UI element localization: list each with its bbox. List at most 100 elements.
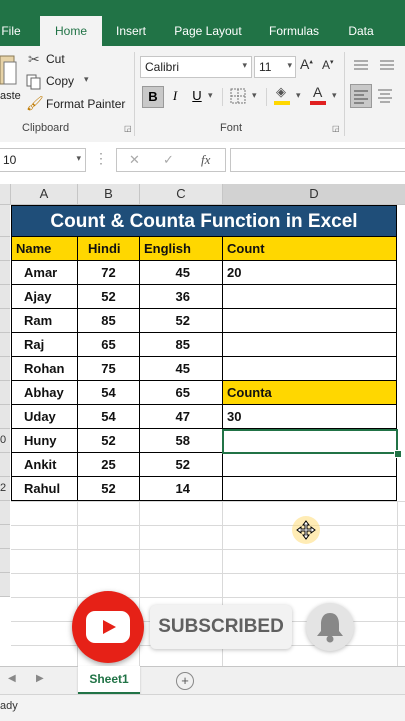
row-header[interactable] (0, 453, 10, 477)
table-cell[interactable]: 58 (140, 429, 223, 453)
clipboard-launcher-icon[interactable]: ◲ (124, 124, 132, 133)
column-header-c[interactable]: C (140, 184, 223, 205)
active-cell-selection[interactable] (222, 429, 398, 454)
tab-formulas[interactable]: Formulas (262, 16, 326, 46)
font-launcher-icon[interactable]: ◲ (332, 124, 340, 133)
format-painter-button[interactable]: 🖌 Format Painter (26, 94, 130, 114)
table-cell[interactable]: 45 (140, 261, 223, 285)
row-header[interactable] (0, 549, 10, 573)
insert-function-icon[interactable]: fx (201, 152, 210, 168)
row-header[interactable] (0, 205, 10, 237)
underline-button[interactable]: U (188, 86, 206, 106)
formula-input[interactable] (230, 148, 405, 172)
table-cell[interactable]: Ram (11, 309, 78, 333)
tab-insert[interactable]: Insert (108, 16, 154, 46)
row-header[interactable] (0, 237, 10, 261)
paste-button[interactable]: aste (0, 52, 21, 102)
table-cell[interactable] (223, 477, 397, 501)
table-cell[interactable]: Raj (11, 333, 78, 357)
table-cell[interactable]: 36 (140, 285, 223, 309)
table-cell[interactable]: 54 (78, 405, 140, 429)
table-cell[interactable]: 75 (78, 357, 140, 381)
align-left-button[interactable] (350, 84, 372, 108)
bold-button[interactable]: B (142, 86, 164, 108)
table-cell[interactable] (223, 357, 397, 381)
table-cell[interactable]: 14 (140, 477, 223, 501)
table-cell[interactable]: 85 (78, 309, 140, 333)
table-cell[interactable]: 20 (223, 261, 397, 285)
table-cell[interactable] (223, 309, 397, 333)
chevron-down-icon[interactable]: ▾ (208, 90, 213, 101)
chevron-down-icon[interactable]: ▾ (332, 90, 337, 101)
name-box[interactable]: 10 ▾ (0, 148, 86, 172)
cancel-icon[interactable]: ✕ (129, 152, 140, 168)
table-cell[interactable]: 52 (140, 453, 223, 477)
header-hindi[interactable]: Hindi (78, 237, 140, 261)
row-header[interactable] (0, 405, 10, 429)
tab-file[interactable]: File (0, 16, 22, 46)
row-header[interactable] (0, 261, 10, 285)
header-english[interactable]: English (140, 237, 223, 261)
table-cell[interactable]: 52 (78, 429, 140, 453)
row-header[interactable] (0, 525, 10, 549)
table-title[interactable]: Count & Counta Function in Excel (11, 205, 397, 237)
row-header[interactable] (0, 501, 10, 525)
table-cell[interactable]: Ankit (11, 453, 78, 477)
fill-color-button[interactable]: ◈ (274, 84, 292, 106)
table-cell[interactable]: Abhay (11, 381, 78, 405)
table-cell[interactable]: Rahul (11, 477, 78, 501)
tab-home[interactable]: Home (40, 16, 102, 46)
tab-page-layout[interactable]: Page Layout (166, 16, 250, 46)
copy-button[interactable]: Copy ▾ (26, 72, 96, 92)
table-cell[interactable]: 52 (78, 285, 140, 309)
table-cell[interactable]: Rohan (11, 357, 78, 381)
shrink-font-button[interactable]: A▾ (322, 58, 340, 78)
row-header[interactable] (0, 573, 10, 597)
table-cell[interactable]: Counta (223, 381, 397, 405)
table-cell[interactable]: Amar (11, 261, 78, 285)
row-header[interactable] (0, 357, 10, 381)
table-cell[interactable] (223, 333, 397, 357)
table-cell[interactable]: Huny (11, 429, 78, 453)
fill-handle[interactable] (394, 450, 402, 458)
sheet-tab-sheet1[interactable]: Sheet1 (78, 666, 140, 695)
row-header[interactable]: 0 (0, 429, 10, 453)
chevron-down-icon[interactable]: ▾ (296, 90, 301, 101)
table-cell[interactable]: 52 (140, 309, 223, 333)
cut-button[interactable]: ✂ Cut (26, 50, 86, 70)
row-header[interactable] (0, 285, 10, 309)
table-cell[interactable]: 52 (78, 477, 140, 501)
table-cell[interactable] (223, 453, 397, 477)
table-cell[interactable]: 25 (78, 453, 140, 477)
scroll-right-icon[interactable]: ▶ (36, 673, 44, 684)
table-cell[interactable]: 65 (140, 381, 223, 405)
font-size-select[interactable]: 11 ▾ (254, 56, 296, 78)
row-header[interactable] (0, 309, 10, 333)
table-cell[interactable]: 47 (140, 405, 223, 429)
table-cell[interactable]: 30 (223, 405, 397, 429)
borders-icon[interactable] (230, 88, 246, 104)
table-cell[interactable] (223, 285, 397, 309)
header-name[interactable]: Name (11, 237, 78, 261)
italic-button[interactable]: I (166, 86, 184, 106)
align-top-icons[interactable] (352, 58, 402, 74)
table-cell[interactable]: Uday (11, 405, 78, 429)
table-cell[interactable]: 54 (78, 381, 140, 405)
tab-data[interactable]: Data (340, 16, 382, 46)
subscribed-button[interactable]: SUBSCRIBED (150, 605, 292, 649)
font-family-select[interactable]: Calibri ▾ (140, 56, 252, 78)
row-header[interactable] (0, 333, 10, 357)
scroll-left-icon[interactable]: ◀ (8, 673, 16, 684)
grow-font-button[interactable]: A▴ (300, 56, 318, 76)
header-count[interactable]: Count (223, 237, 397, 261)
align-center-icon[interactable] (376, 86, 404, 106)
row-header[interactable]: 2 (0, 477, 10, 501)
chevron-down-icon[interactable]: ▾ (252, 90, 257, 101)
table-cell[interactable]: 45 (140, 357, 223, 381)
select-all-corner[interactable] (0, 184, 11, 205)
column-header-d[interactable]: D (223, 184, 405, 205)
table-cell[interactable]: 85 (140, 333, 223, 357)
column-header-a[interactable]: A (11, 184, 78, 205)
table-cell[interactable]: 72 (78, 261, 140, 285)
row-header[interactable] (0, 381, 10, 405)
